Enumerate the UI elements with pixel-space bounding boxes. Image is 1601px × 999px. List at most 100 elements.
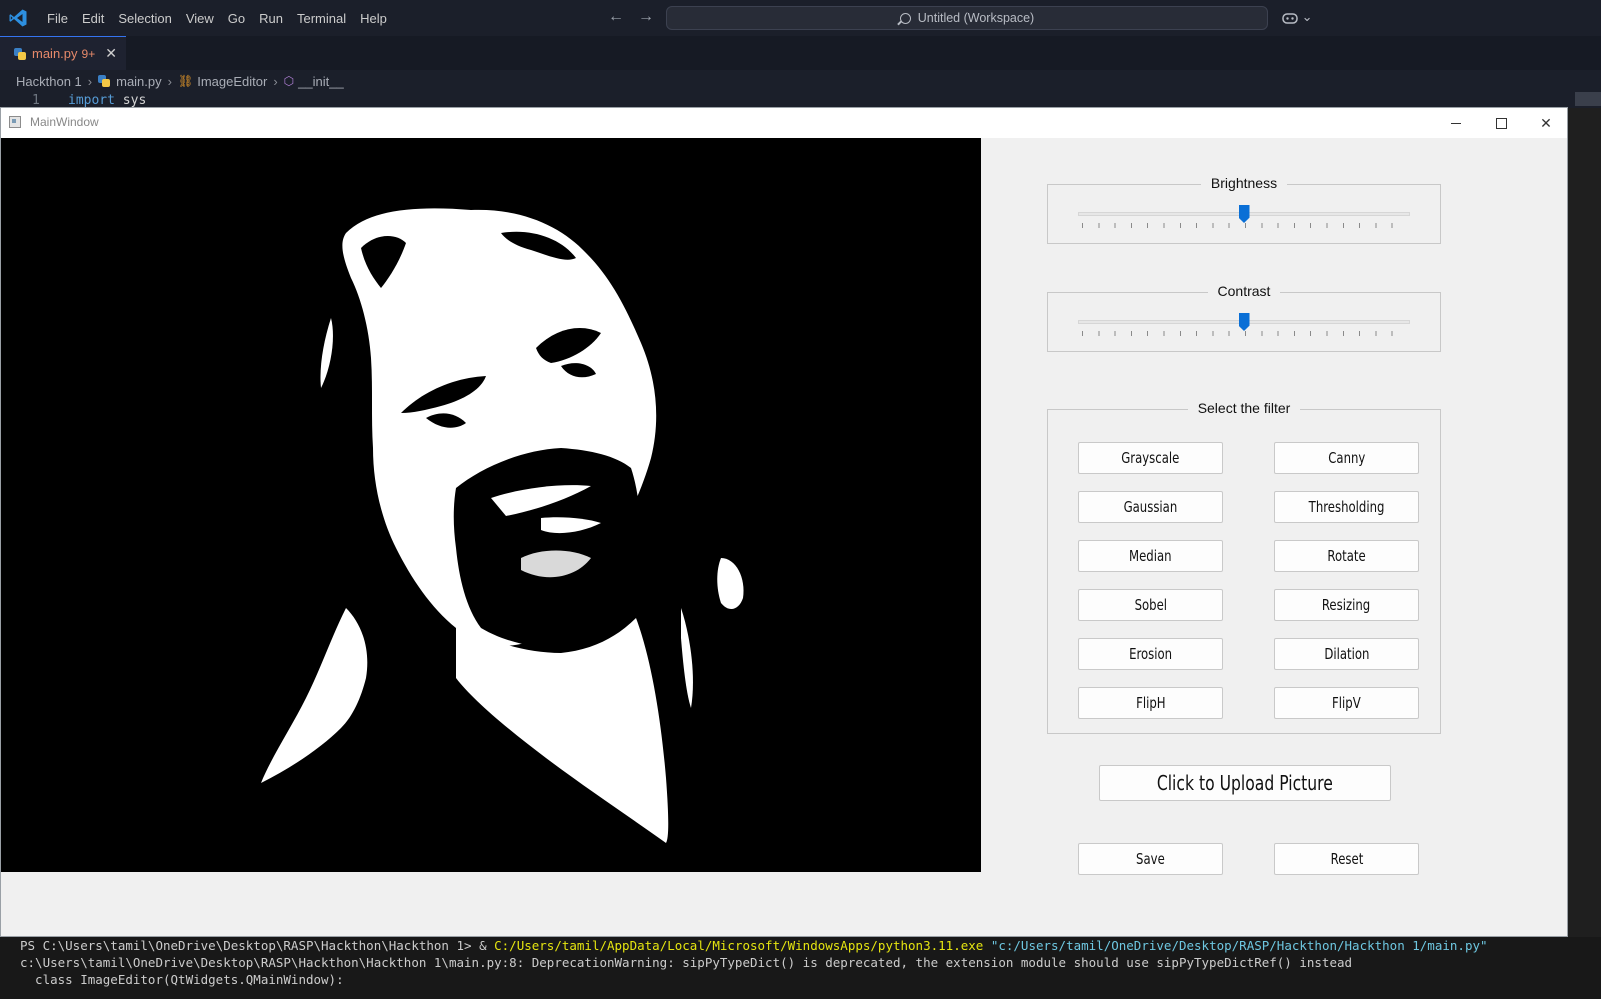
gaussian-label: Gaussian (1123, 498, 1178, 516)
thresholded-portrait-image (1, 138, 981, 872)
erosion-button[interactable]: Erosion (1078, 638, 1223, 670)
chevron-right-icon: › (273, 73, 278, 89)
code-identifier: sys (122, 93, 147, 108)
rotate-button[interactable]: Rotate (1274, 540, 1419, 572)
reset-label: Reset (1330, 850, 1363, 868)
chevron-right-icon: › (167, 73, 172, 89)
window-title: MainWindow (30, 115, 99, 129)
terminal-line-2: c:\Users\tamil\OneDrive\Desktop\RASP\Hac… (20, 955, 1353, 970)
line-number: 1 (32, 93, 40, 108)
breadcrumb-folder[interactable]: Hackthon 1 (16, 74, 82, 89)
qt-title-bar[interactable]: MainWindow ✕ (1, 108, 1567, 138)
reset-button[interactable]: Reset (1274, 843, 1419, 875)
breadcrumb: Hackthon 1 › main.py › ⛓ ImageEditor › ⬡… (0, 70, 1601, 92)
upload-label: Click to Upload Picture (1156, 771, 1334, 795)
grayscale-button[interactable]: Grayscale (1078, 442, 1223, 474)
copilot-menu[interactable]: ⌄ (1282, 9, 1313, 25)
tab-label: main.py (32, 46, 78, 61)
code-line: import sys (68, 93, 146, 108)
median-button[interactable]: Median (1078, 540, 1223, 572)
resizing-label: Resizing (1322, 596, 1371, 614)
command-center-search[interactable]: Untitled (Workspace) (666, 6, 1268, 30)
tab-main-py[interactable]: main.py 9+ ✕ (0, 36, 126, 70)
menu-edit[interactable]: Edit (75, 11, 111, 26)
menu-go[interactable]: Go (221, 11, 252, 26)
sobel-label: Sobel (1134, 596, 1167, 614)
contrast-group: Contrast (1047, 283, 1441, 352)
search-icon (899, 12, 911, 24)
terminal-line-1: PS C:\Users\tamil\OneDrive\Desktop\RASP\… (20, 938, 1488, 953)
breadcrumb-file[interactable]: main.py (116, 74, 162, 89)
dilation-label: Dilation (1323, 645, 1370, 663)
filter-group-title: Select the filter (1187, 400, 1301, 416)
upload-picture-button[interactable]: Click to Upload Picture (1099, 765, 1391, 801)
chevron-down-icon: ⌄ (1301, 9, 1313, 24)
canny-label: Canny (1327, 449, 1366, 467)
rotate-label: Rotate (1327, 547, 1366, 565)
canny-button[interactable]: Canny (1274, 442, 1419, 474)
python-file-icon (98, 75, 111, 87)
flipv-button[interactable]: FlipV (1274, 687, 1419, 719)
contrast-slider[interactable] (1078, 307, 1410, 337)
fliph-button[interactable]: FlipH (1078, 687, 1223, 719)
brightness-slider-handle[interactable] (1238, 205, 1250, 223)
flipv-label: FlipV (1332, 694, 1361, 712)
slider-ticks (1082, 223, 1406, 228)
thresholding-button[interactable]: Thresholding (1274, 491, 1419, 523)
workspace-title: Untitled (Workspace) (917, 11, 1035, 25)
brightness-group: Brightness (1047, 175, 1441, 244)
maximize-button[interactable] (1478, 108, 1524, 138)
contrast-slider-handle[interactable] (1238, 313, 1250, 331)
chevron-right-icon: › (87, 73, 93, 89)
problems-badge: 9+ (81, 46, 96, 61)
breadcrumb-class[interactable]: ImageEditor (197, 74, 267, 89)
brightness-label: Brightness (1200, 175, 1288, 191)
terminal-prompt: PS C:\Users\tamil\OneDrive\Desktop\RASP\… (20, 938, 495, 953)
menu-run[interactable]: Run (252, 11, 290, 26)
menu-selection[interactable]: Selection (111, 11, 178, 26)
erosion-label: Erosion (1128, 645, 1173, 663)
thresholding-label: Thresholding (1308, 498, 1385, 516)
editor-tab-bar: main.py 9+ ✕ (0, 36, 1601, 71)
slider-ticks (1082, 331, 1406, 336)
terminal-panel[interactable]: PS C:\Users\tamil\OneDrive\Desktop\RASP\… (0, 937, 1601, 999)
nav-arrows: ← → (608, 8, 668, 26)
maximize-icon (1495, 117, 1507, 129)
forward-arrow-icon[interactable]: → (638, 8, 654, 25)
menu-bar: File Edit Selection View Go Run Terminal… (40, 0, 394, 36)
code-keyword: import (68, 93, 115, 108)
close-icon[interactable]: ✕ (105, 45, 117, 62)
minimize-button[interactable] (1433, 108, 1479, 138)
gaussian-button[interactable]: Gaussian (1078, 491, 1223, 523)
terminal-exe-path: C:/Users/tamil/AppData/Local/Microsoft/W… (494, 938, 984, 953)
vscode-logo-icon (9, 9, 27, 27)
close-window-button[interactable]: ✕ (1523, 108, 1569, 138)
python-file-icon (14, 47, 26, 60)
copilot-icon (1282, 12, 1298, 24)
sobel-button[interactable]: Sobel (1078, 589, 1223, 621)
menu-file[interactable]: File (40, 11, 75, 26)
brightness-slider[interactable] (1078, 199, 1410, 229)
app-window-icon (9, 116, 21, 128)
grayscale-label: Grayscale (1121, 449, 1180, 467)
close-icon: ✕ (1540, 114, 1552, 131)
terminal-script-arg: "c:/Users/tamil/OneDrive/Desktop/RASP/Ha… (983, 938, 1488, 953)
menu-help[interactable]: Help (353, 11, 394, 26)
menu-view[interactable]: View (179, 11, 221, 26)
save-button[interactable]: Save (1078, 843, 1223, 875)
code-editor[interactable]: 1 import sys (0, 92, 1601, 108)
breadcrumb-method[interactable]: __init__ (298, 74, 344, 89)
back-arrow-icon[interactable]: ← (608, 8, 624, 25)
median-label: Median (1129, 547, 1172, 565)
save-label: Save (1136, 850, 1165, 868)
class-symbol-icon: ⛓ (177, 74, 194, 88)
vscode-titlebar: File Edit Selection View Go Run Terminal… (0, 0, 1601, 36)
dilation-button[interactable]: Dilation (1274, 638, 1419, 670)
minimap[interactable] (1575, 92, 1601, 106)
menu-terminal[interactable]: Terminal (290, 11, 353, 26)
method-symbol-icon: ⬡ (283, 74, 295, 88)
resizing-button[interactable]: Resizing (1274, 589, 1419, 621)
image-display (1, 138, 981, 872)
qt-main-window: MainWindow ✕ Brightness Contrast Select … (0, 107, 1568, 937)
fliph-label: FlipH (1135, 694, 1166, 712)
